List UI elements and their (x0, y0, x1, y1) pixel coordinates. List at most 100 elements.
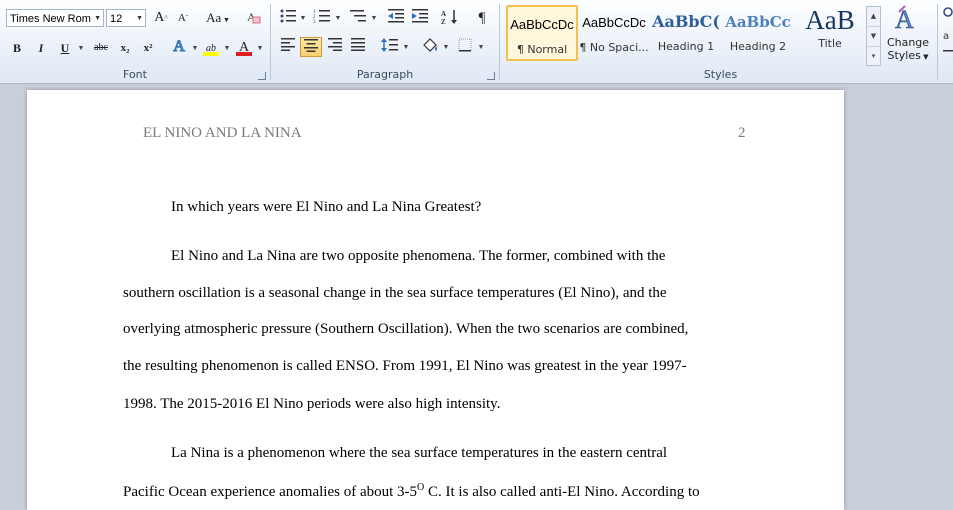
svg-text:A: A (441, 10, 446, 18)
editing-group-partial[interactable]: a (940, 6, 953, 66)
group-separator (937, 4, 938, 80)
underline-dropdown[interactable]: ▼ (74, 38, 88, 58)
shrink-font-button[interactable]: Aˇ (172, 8, 194, 28)
style-name: Title (818, 37, 842, 50)
running-header-title: EL NINO AND LA NINA (143, 125, 302, 141)
chevron-down-icon: ▼ (94, 15, 101, 22)
style-heading-1[interactable]: AaBbC( Heading 1 (650, 5, 722, 61)
style-name: ¶ No Spaci... (579, 41, 649, 54)
grow-font-button[interactable]: A^ (150, 8, 172, 28)
multilevel-list-icon (350, 10, 366, 22)
svg-text:A: A (895, 5, 914, 32)
multilevel-list-dropdown[interactable]: ▼ (367, 8, 381, 28)
font-group: Times New Rom ▼ 12 ▼ A^ Aˇ Aa ▼ A B I U … (0, 0, 270, 83)
show-formatting-marks-button[interactable]: ¶ (471, 8, 493, 28)
justify-button[interactable] (347, 37, 369, 57)
text-effects-button[interactable]: A (168, 37, 190, 57)
style-heading-2[interactable]: AaBbCc Heading 2 (722, 5, 794, 61)
align-center-button[interactable] (300, 37, 322, 57)
font-size-combo[interactable]: 12 ▼ (106, 9, 146, 27)
font-dialog-launcher[interactable] (258, 72, 266, 80)
shading-dropdown[interactable]: ▼ (439, 37, 453, 57)
shading-button[interactable] (419, 37, 441, 57)
change-styles-label: Change Styles ▼ (886, 36, 930, 62)
borders-dropdown[interactable]: ▼ (474, 37, 488, 57)
change-case-button[interactable]: Aa ▼ (203, 8, 233, 28)
chevron-down-icon: ▼ (136, 15, 143, 22)
style-name: Heading 2 (729, 40, 787, 53)
paint-bucket-icon (423, 38, 437, 52)
paragraph-group: ▼ 123 ▼ ▼ AZ ¶ ▼ ▼ ▼ Paragraph (271, 0, 499, 83)
line-spacing-dropdown[interactable]: ▼ (399, 37, 413, 57)
subscript-button[interactable]: x₂ (114, 38, 136, 58)
paragraph-line: southern oscillation is a seasonal chang… (123, 285, 667, 301)
gallery-up-button[interactable]: ▲ (867, 7, 880, 27)
style-sample: AaBbCcDc (582, 15, 646, 30)
clear-formatting-button[interactable]: A (242, 8, 264, 28)
paragraph-line: the resulting phenomenon is called ENSO.… (123, 358, 687, 374)
gallery-more-button[interactable]: ▾ (867, 47, 880, 66)
strikethrough-button[interactable]: abc (90, 38, 112, 58)
change-styles-button[interactable]: A Change Styles ▼ (884, 4, 932, 66)
align-left-icon (281, 38, 295, 51)
style-sample: AaBbCcDc (510, 17, 574, 32)
highlight-button[interactable]: ab (200, 37, 222, 57)
shrink-font-icon: A (177, 12, 186, 24)
font-color-dropdown[interactable]: ▼ (253, 38, 267, 58)
style-name: ¶ Normal (516, 43, 568, 56)
style-normal[interactable]: AaBbCcDc ¶ Normal (506, 5, 578, 61)
style-sample: AaBbC( (652, 12, 720, 31)
bold-button[interactable]: B (6, 38, 28, 58)
sort-icon: AZ (441, 10, 457, 26)
superscript-button[interactable]: x² (137, 38, 159, 58)
line-spacing-button[interactable] (379, 37, 401, 57)
numbering-button[interactable]: 123 (311, 8, 333, 28)
svg-text:3: 3 (313, 20, 316, 24)
line-spacing-icon (381, 38, 398, 52)
find-icon: a (943, 7, 953, 52)
change-case-icon: Aa (206, 10, 222, 25)
borders-button[interactable] (454, 37, 476, 57)
paragraph-group-label: Paragraph (356, 68, 414, 81)
paragraph-dialog-launcher[interactable] (487, 72, 495, 80)
styles-group-label: Styles (703, 68, 738, 81)
multilevel-list-button[interactable] (347, 8, 369, 28)
font-color-bar (236, 52, 252, 56)
font-group-label: Font (123, 68, 147, 81)
bullets-dropdown[interactable]: ▼ (296, 8, 310, 28)
sort-button[interactable]: AZ (439, 8, 461, 28)
gallery-down-button[interactable]: ▼ (867, 27, 880, 47)
font-color-button[interactable]: A (233, 37, 255, 57)
italic-button[interactable]: I (30, 38, 52, 58)
paragraph-line: overlying atmospheric pressure (Southern… (123, 321, 689, 337)
style-sample: AaB (805, 5, 855, 35)
style-no-spacing[interactable]: AaBbCcDc ¶ No Spaci... (578, 5, 650, 61)
clear-formatting-icon: A (247, 10, 261, 24)
running-header-page-number: 2 (738, 125, 746, 141)
font-size-value: 12 (110, 13, 123, 25)
justify-icon (351, 38, 365, 51)
increase-indent-icon (412, 9, 428, 23)
align-left-button[interactable] (277, 37, 299, 57)
font-name-value: Times New Rom (10, 13, 91, 25)
underline-button[interactable]: U (54, 38, 76, 58)
numbering-dropdown[interactable]: ▼ (331, 8, 345, 28)
text-run: C. It is also called anti-El Nino. Accor… (424, 484, 700, 500)
styles-gallery-scroll[interactable]: ▲ ▼ ▾ (866, 6, 881, 66)
svg-text:Z: Z (441, 18, 446, 26)
ribbon: Times New Rom ▼ 12 ▼ A^ Aˇ Aa ▼ A B I U … (0, 0, 953, 84)
paragraph-line: La Nina is a phenomenon where the sea su… (171, 445, 668, 461)
paragraph-line: El Nino and La Nina are two opposite phe… (171, 248, 666, 264)
font-name-combo[interactable]: Times New Rom ▼ (6, 9, 104, 27)
decrease-indent-button[interactable] (385, 8, 407, 28)
change-styles-line1: Change (886, 36, 930, 49)
highlight-dropdown[interactable]: ▼ (220, 38, 234, 58)
increase-indent-button[interactable] (409, 8, 431, 28)
decrease-indent-icon (388, 9, 404, 23)
style-sample: AaBbCc (725, 13, 791, 31)
change-styles-icon: A (895, 5, 915, 35)
document-page[interactable]: EL NINO AND LA NINA 2 In which years wer… (27, 90, 844, 510)
style-title[interactable]: AaB Title (794, 5, 866, 61)
align-right-icon (328, 38, 342, 51)
align-right-button[interactable] (324, 37, 346, 57)
